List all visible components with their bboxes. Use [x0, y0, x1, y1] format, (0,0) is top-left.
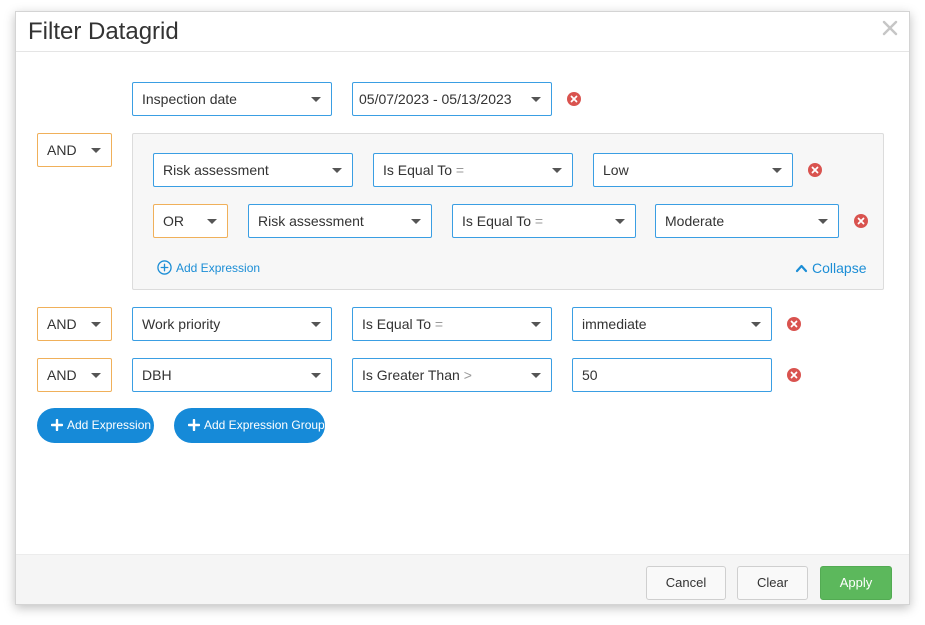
value-select-3[interactable]: immediate — [572, 307, 772, 341]
caret-down-icon — [332, 168, 342, 173]
operator-symbol: = — [434, 316, 444, 332]
collapse-link[interactable]: Collapse — [795, 260, 866, 276]
caret-down-icon — [552, 168, 562, 173]
group-add-expression-link[interactable]: Add Expression — [157, 260, 260, 275]
logic-label: OR — [163, 213, 184, 229]
caret-down-icon — [411, 219, 421, 224]
logic-select-3[interactable]: AND — [37, 307, 112, 341]
field-select-label: DBH — [142, 367, 172, 383]
field-select-dbh[interactable]: DBH — [132, 358, 332, 392]
operator-label: Is Equal To — [462, 213, 532, 229]
remove-icon[interactable] — [787, 368, 801, 382]
add-circle-icon — [157, 260, 172, 275]
remove-icon[interactable] — [808, 163, 822, 177]
caret-down-icon — [91, 322, 101, 327]
remove-icon[interactable] — [787, 317, 801, 331]
caret-down-icon — [207, 219, 217, 224]
group-value-select-1[interactable]: Low — [593, 153, 793, 187]
dialog-title: Filter Datagrid — [28, 18, 179, 45]
caret-down-icon — [311, 373, 321, 378]
field-select-label: Risk assessment — [258, 213, 364, 229]
operator-label: Is Equal To — [383, 162, 453, 178]
operator-label: Is Equal To — [362, 316, 432, 332]
logic-label: AND — [47, 367, 77, 383]
field-select-label: Inspection date — [142, 91, 237, 107]
operator-select-3[interactable]: Is Equal To = — [352, 307, 552, 341]
group-operator-select-1[interactable]: Is Equal To = — [373, 153, 573, 187]
caret-down-icon — [531, 373, 541, 378]
group-logic-select-or[interactable]: OR — [153, 204, 228, 238]
add-expression-group-button[interactable]: Add Expression Group — [174, 408, 325, 443]
field-select-inspection-date[interactable]: Inspection date — [132, 82, 332, 116]
caret-down-icon — [615, 219, 625, 224]
date-range-select[interactable]: 05/07/2023 - 05/13/2023 — [352, 82, 552, 116]
remove-icon[interactable] — [854, 214, 868, 228]
value-label: Moderate — [665, 213, 725, 229]
caret-down-icon — [91, 373, 101, 378]
operator-symbol: = — [534, 213, 544, 229]
caret-down-icon — [772, 168, 782, 173]
caret-down-icon — [751, 322, 761, 327]
group-operator-select-2[interactable]: Is Equal To = — [452, 204, 636, 238]
date-range-value: 05/07/2023 - 05/13/2023 — [359, 91, 512, 107]
operator-label: Is Greater Than — [362, 367, 460, 383]
field-select-work-priority[interactable]: Work priority — [132, 307, 332, 341]
plus-icon — [51, 419, 63, 431]
caret-down-icon — [311, 322, 321, 327]
value-label: Low — [603, 162, 629, 178]
chevron-up-icon — [795, 264, 808, 273]
caret-down-icon — [311, 97, 321, 102]
collapse-label: Collapse — [812, 260, 867, 276]
value-input-4[interactable]: 50 — [572, 358, 772, 392]
caret-down-icon — [531, 97, 541, 102]
group-field-select-2[interactable]: Risk assessment — [248, 204, 432, 238]
add-expression-group-label: Add Expression Group — [204, 418, 325, 432]
operator-symbol: = — [455, 162, 465, 178]
clear-button[interactable]: Clear — [737, 566, 808, 600]
add-expression-button[interactable]: Add Expression — [37, 408, 154, 443]
field-select-label: Work priority — [142, 316, 221, 332]
plus-icon — [188, 419, 200, 431]
value-label: immediate — [582, 316, 647, 332]
cancel-button[interactable]: Cancel — [646, 566, 726, 600]
close-icon[interactable] — [881, 19, 899, 37]
logic-select-4[interactable]: AND — [37, 358, 112, 392]
apply-button[interactable]: Apply — [820, 566, 892, 600]
remove-icon[interactable] — [567, 92, 581, 106]
logic-label: AND — [47, 316, 77, 332]
group-logic-select[interactable]: AND — [37, 133, 112, 167]
group-value-select-2[interactable]: Moderate — [655, 204, 839, 238]
logic-label: AND — [47, 142, 77, 158]
add-expression-label: Add Expression — [67, 418, 152, 432]
value-text: 50 — [582, 367, 598, 383]
add-expression-label: Add Expression — [176, 261, 261, 275]
caret-down-icon — [531, 322, 541, 327]
caret-down-icon — [91, 148, 101, 153]
operator-select-4[interactable]: Is Greater Than > — [352, 358, 552, 392]
field-select-label: Risk assessment — [163, 162, 269, 178]
dialog-header: Filter Datagrid — [16, 12, 909, 52]
operator-symbol: > — [463, 367, 472, 383]
caret-down-icon — [818, 219, 828, 224]
group-field-select-1[interactable]: Risk assessment — [153, 153, 353, 187]
